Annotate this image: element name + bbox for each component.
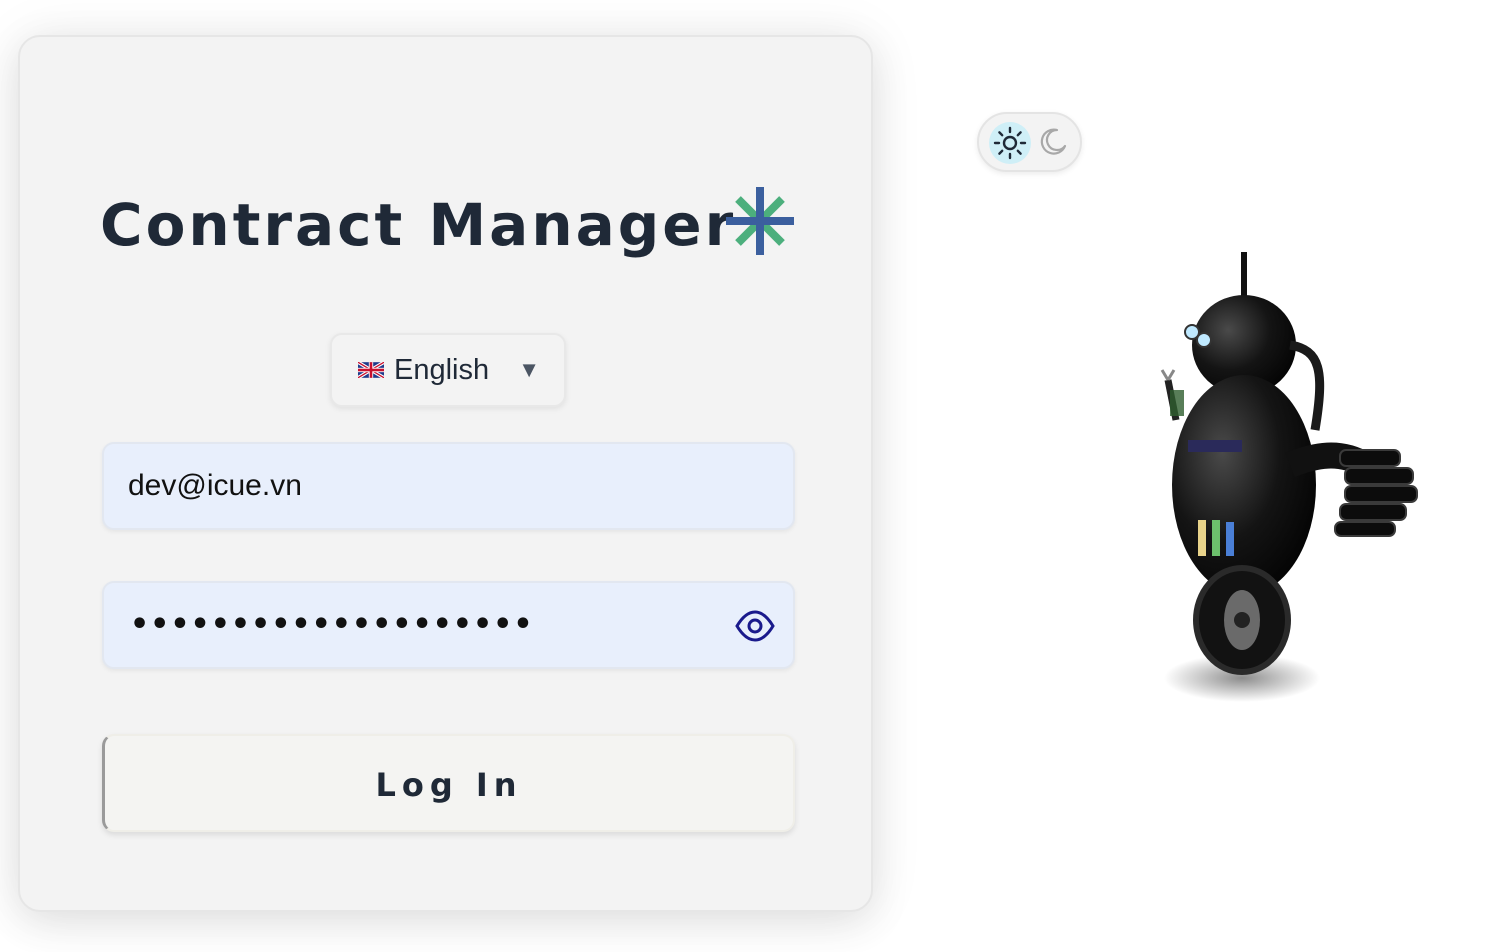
email-field[interactable] [102, 442, 795, 530]
language-label: English [394, 354, 490, 386]
password-input[interactable]: •••••••••••••••••••• [130, 603, 534, 647]
language-select[interactable]: English ▼ [330, 333, 566, 407]
sun-icon [993, 126, 1027, 160]
email-input[interactable] [104, 444, 793, 528]
page-title: Contract Manager [100, 191, 737, 259]
eye-icon[interactable] [735, 609, 775, 643]
moon-icon[interactable] [1037, 126, 1069, 158]
login-button-label: Log In [375, 766, 523, 804]
login-page: Contract Manager English ▼ dev@icue.vn •… [0, 0, 1504, 952]
light-mode-button[interactable] [989, 122, 1031, 164]
theme-toggle[interactable] [977, 112, 1082, 172]
logo-asterisk-icon [726, 187, 794, 255]
robot-mascot-image [1160, 252, 1418, 702]
chevron-down-icon: ▼ [518, 357, 540, 382]
login-card: Contract Manager English ▼ dev@icue.vn •… [18, 35, 873, 912]
password-field[interactable]: •••••••••••••••••••• [102, 581, 795, 669]
login-button[interactable]: Log In [102, 734, 795, 832]
title-row: Contract Manager [100, 185, 736, 265]
uk-flag-icon [358, 362, 384, 378]
